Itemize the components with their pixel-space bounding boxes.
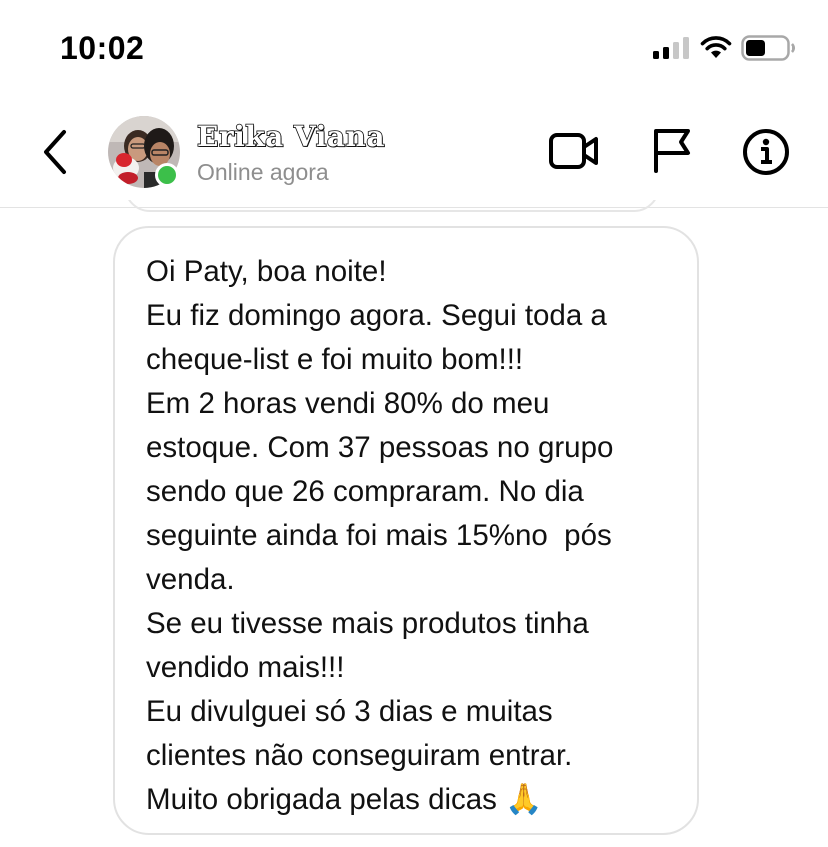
contact-name[interactable]: Erika Viana <box>196 119 385 154</box>
message-line-text: Muito obrigada pelas dicas <box>146 783 497 816</box>
report-flag-button[interactable] <box>651 127 693 173</box>
battery-icon <box>741 35 795 61</box>
status-time: 10:02 <box>60 30 145 66</box>
message-line: sendo que 26 compraram. No dia <box>146 475 584 508</box>
message-line: Oi Paty, boa noite! <box>146 255 387 288</box>
message-line: venda. <box>146 563 235 596</box>
wifi-icon <box>700 36 732 58</box>
status-bar: 10:02 <box>0 0 828 96</box>
flag-icon <box>654 129 690 173</box>
online-status-dot <box>155 163 179 187</box>
message-line: cheque-list e foi muito bom!!! <box>146 343 524 376</box>
video-call-button[interactable] <box>548 130 600 172</box>
message-line: vendido mais!!! <box>146 651 345 684</box>
message-line: Eu fiz domingo agora. Segui toda a <box>146 299 607 332</box>
video-camera-icon <box>549 133 598 169</box>
message-line: estoque. Com 37 pessoas no grupo <box>146 431 614 464</box>
message-line: seguinte ainda foi mais 15%no pós <box>146 519 612 552</box>
message-line: Eu divulguei só 3 dias e muitas <box>146 695 553 728</box>
folded-hands-emoji: 🙏 <box>505 782 543 817</box>
cellular-signal-icon <box>653 37 689 59</box>
message-line: clientes não conseguiram entrar. <box>146 739 573 772</box>
chevron-left-icon <box>44 130 66 174</box>
info-icon <box>743 129 789 175</box>
message-last-line: Muito obrigada pelas dicas 🙏 <box>146 778 677 822</box>
chat-header: Erika Viana Online agora <box>0 96 828 208</box>
message-bubble[interactable]: Oi Paty, boa noite! Eu fiz domingo agora… <box>113 226 699 835</box>
message-line: Se eu tivesse mais produtos tinha <box>146 607 589 640</box>
back-button[interactable] <box>36 126 76 178</box>
info-button[interactable] <box>742 128 790 176</box>
contact-status: Online agora <box>197 159 329 185</box>
message-line: Em 2 horas vendi 80% do meu <box>146 387 550 420</box>
